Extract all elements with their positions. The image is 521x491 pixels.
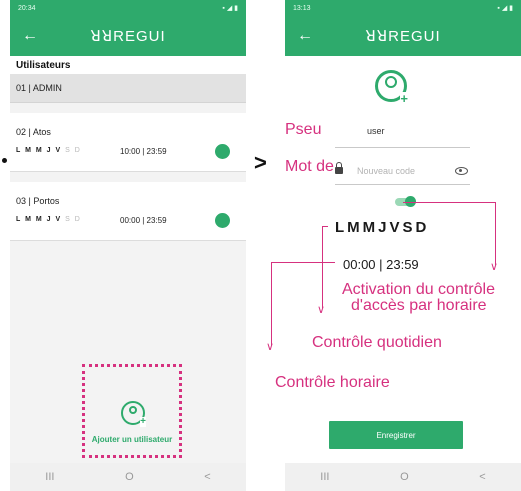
users-list-screen: 20:34 ▪ ◢ ▮ ← ꓤꓤREGUI Utilisateurs 01 | …	[10, 0, 246, 491]
user-time: 00:00 | 23:59	[120, 216, 167, 225]
user-name: 02 | Atos	[16, 127, 51, 137]
user-status-dot-icon[interactable]	[215, 213, 230, 228]
app-title: ꓤꓤREGUI	[90, 28, 166, 45]
status-time: 13:13	[293, 4, 311, 12]
annotation-password: Mot de	[285, 158, 334, 175]
user-row-admin[interactable]: 01 | ADMIN	[10, 74, 246, 103]
eye-icon[interactable]	[455, 167, 468, 175]
back-icon[interactable]: <	[204, 471, 210, 483]
callout-line	[271, 262, 272, 346]
recent-apps-icon[interactable]: III	[45, 471, 54, 483]
status-time: 20:34	[18, 4, 36, 12]
password-underline	[335, 184, 470, 185]
app-bar: ← ꓤꓤREGUI	[10, 16, 246, 56]
add-user-label: Ajouter un utilisateur	[91, 435, 173, 444]
annotation-hourly-control: Contrôle horaire	[275, 374, 390, 391]
arrow-down-icon: ∨	[317, 304, 326, 316]
back-arrow-icon[interactable]: ←	[22, 26, 38, 46]
status-icons: ▪ ◢ ▮	[222, 5, 238, 12]
annotation-daily-control: Contrôle quotidien	[312, 334, 442, 351]
app-bar: ← ꓤꓤREGUI	[285, 16, 521, 56]
status-bar: 13:13 ▪ ◢ ▮	[285, 0, 521, 16]
section-title: Utilisateurs	[10, 56, 246, 74]
status-icons: ▪ ◢ ▮	[497, 5, 513, 12]
user-status-dot-icon[interactable]	[215, 144, 230, 159]
callout-line	[495, 202, 496, 265]
days-selector[interactable]: LMMJVSD	[335, 219, 429, 236]
next-step-arrow: >	[254, 150, 267, 175]
status-bar: 20:34 ▪ ◢ ▮	[10, 0, 246, 16]
spacer	[10, 172, 246, 182]
add-user-profile-icon	[375, 70, 408, 105]
arrow-down-icon: ∨	[266, 341, 275, 353]
lock-icon	[335, 162, 343, 174]
callout-line	[271, 262, 335, 263]
add-user-button[interactable]: Ajouter un utilisateur	[82, 364, 182, 458]
spacer	[10, 103, 246, 113]
home-icon[interactable]: O	[400, 471, 409, 483]
android-nav-bar: III O <	[285, 463, 521, 491]
recent-apps-icon[interactable]: III	[320, 471, 329, 483]
password-field[interactable]: Nouveau code	[357, 166, 415, 176]
bullet-icon	[2, 158, 7, 163]
user-name: 03 | Portos	[16, 196, 60, 206]
user-time: 10:00 | 23:59	[120, 147, 167, 156]
app-title: ꓤꓤREGUI	[365, 28, 441, 45]
user-card-atos[interactable]: 02 | Atos L M M J V S D 10:00 | 23:59	[10, 113, 246, 172]
callout-line	[403, 202, 495, 203]
home-icon[interactable]: O	[125, 471, 134, 483]
user-days: L M M J V S D	[16, 147, 82, 154]
annotation-pseudo: Pseu	[285, 121, 322, 138]
user-days: L M M J V S D	[16, 216, 82, 223]
android-nav-bar: III O <	[10, 463, 246, 491]
arrow-down-icon: ∨	[490, 261, 499, 273]
username-underline	[335, 147, 470, 148]
username-field[interactable]: user	[367, 126, 385, 136]
back-arrow-icon[interactable]: ←	[297, 26, 313, 46]
add-user-screen: 13:13 ▪ ◢ ▮ ← ꓤꓤREGUI user Nouveau code …	[285, 0, 521, 491]
callout-line	[322, 226, 323, 308]
add-user-icon	[121, 401, 146, 427]
save-button[interactable]: Enregistrer	[329, 421, 463, 449]
annotation-activation-2: d'accès par horaire	[351, 297, 487, 314]
back-icon[interactable]: <	[479, 471, 485, 483]
user-card-portos[interactable]: 03 | Portos L M M J V S D 00:00 | 23:59	[10, 182, 246, 241]
time-range[interactable]: 00:00 | 23:59	[343, 257, 419, 272]
